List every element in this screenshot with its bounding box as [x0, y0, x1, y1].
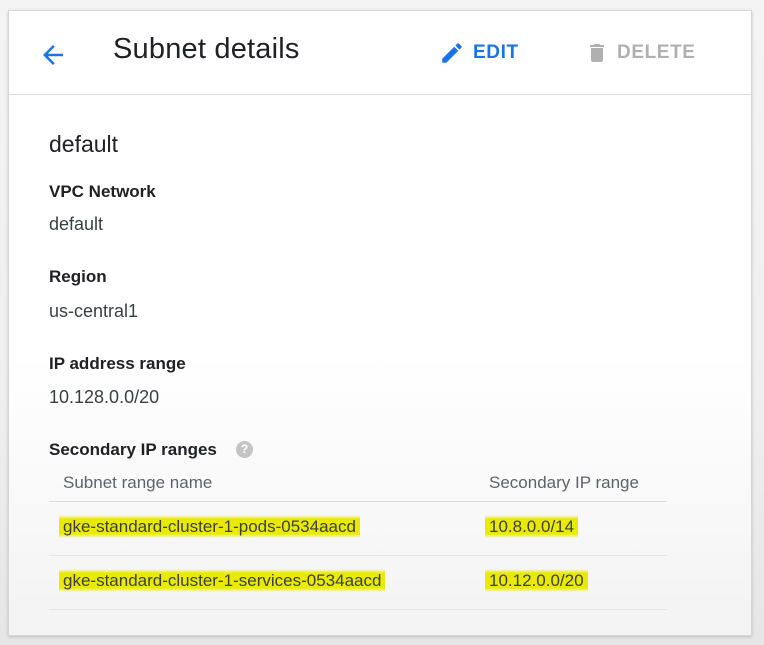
help-icon[interactable]: ? — [236, 441, 253, 458]
highlighted-text: 10.8.0.0/14 — [485, 515, 579, 538]
column-header-name: Subnet range name — [63, 473, 213, 492]
subnet-details-card: Subnet details EDIT DELETE default VPC N… — [8, 10, 752, 636]
edit-label: EDIT — [473, 42, 519, 63]
highlighted-text: 10.12.0.0/20 — [485, 569, 588, 592]
page-header: Subnet details EDIT DELETE — [9, 11, 751, 95]
back-button[interactable] — [33, 35, 73, 75]
trash-icon — [590, 44, 604, 62]
edit-button[interactable]: EDIT — [439, 37, 519, 69]
subnet-range-name: gke-standard-cluster-1-pods-0534aacd — [59, 515, 360, 538]
ip-range-value: 10.128.0.0/20 — [49, 387, 160, 407]
subnet-name: default — [49, 131, 119, 157]
region-value: us-central1 — [49, 301, 139, 321]
delete-label: DELETE — [617, 42, 696, 63]
column-header-range: Secondary IP range — [489, 473, 639, 492]
region-label: Region — [49, 267, 107, 286]
table-row: gke-standard-cluster-1-pods-0534aacd 10.… — [49, 502, 667, 556]
subnet-range-name: gke-standard-cluster-1-services-0534aacd — [59, 569, 386, 592]
delete-button[interactable]: DELETE — [585, 37, 696, 69]
secondary-ranges-table: Subnet range name Secondary IP range gke… — [49, 465, 667, 610]
table-row: gke-standard-cluster-1-services-0534aacd… — [49, 556, 667, 610]
pencil-icon — [442, 43, 462, 63]
highlighted-text: gke-standard-cluster-1-services-0534aacd — [59, 569, 386, 592]
ip-range-label: IP address range — [49, 354, 186, 373]
secondary-ip-range: 10.12.0.0/20 — [485, 569, 588, 592]
secondary-ip-range: 10.8.0.0/14 — [485, 515, 579, 538]
table-header: Subnet range name Secondary IP range — [49, 465, 667, 502]
vpc-network-label: VPC Network — [49, 182, 156, 201]
vpc-network-value: default — [49, 214, 104, 234]
secondary-ranges-label: Secondary IP ranges — [49, 440, 217, 459]
page-title: Subnet details — [113, 33, 300, 65]
arrow-back-icon — [43, 45, 63, 65]
highlighted-text: gke-standard-cluster-1-pods-0534aacd — [59, 515, 360, 538]
